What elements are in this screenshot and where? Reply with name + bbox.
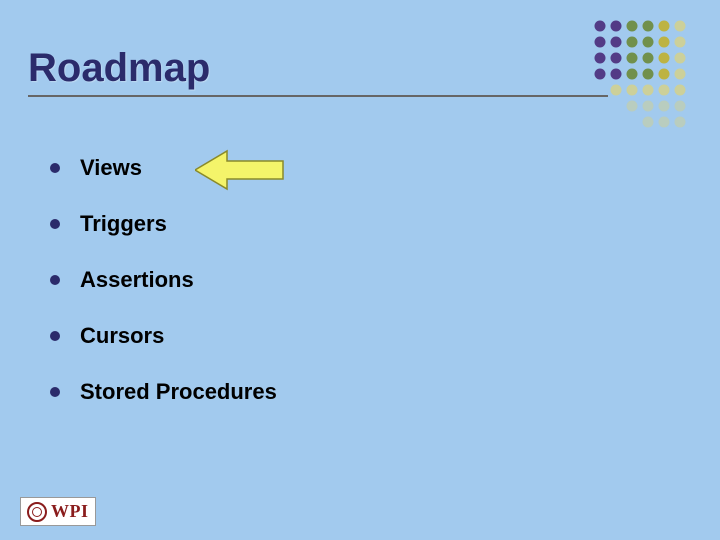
list-item-label: Cursors — [80, 323, 164, 349]
bullet-icon — [50, 331, 60, 341]
list-item-label: Assertions — [80, 267, 194, 293]
list-item-label: Triggers — [80, 211, 167, 237]
list-item: Triggers — [50, 211, 277, 237]
bullet-list: Views Triggers Assertions Cursors Stored… — [50, 155, 277, 435]
bullet-icon — [50, 163, 60, 173]
wpi-logo: WPI — [20, 497, 96, 526]
bullet-icon — [50, 387, 60, 397]
list-item: Cursors — [50, 323, 277, 349]
current-item-arrow-icon — [195, 149, 285, 191]
list-item: Stored Procedures — [50, 379, 277, 405]
page-title: Roadmap — [28, 46, 210, 91]
list-item-label: Views — [80, 155, 142, 181]
bullet-icon — [50, 219, 60, 229]
title-underline — [28, 95, 608, 97]
logo-text: WPI — [51, 501, 89, 522]
list-item-label: Stored Procedures — [80, 379, 277, 405]
list-item: Assertions — [50, 267, 277, 293]
bullet-icon — [50, 275, 60, 285]
logo-seal-icon — [27, 502, 47, 522]
corner-dots-decoration — [592, 18, 702, 148]
